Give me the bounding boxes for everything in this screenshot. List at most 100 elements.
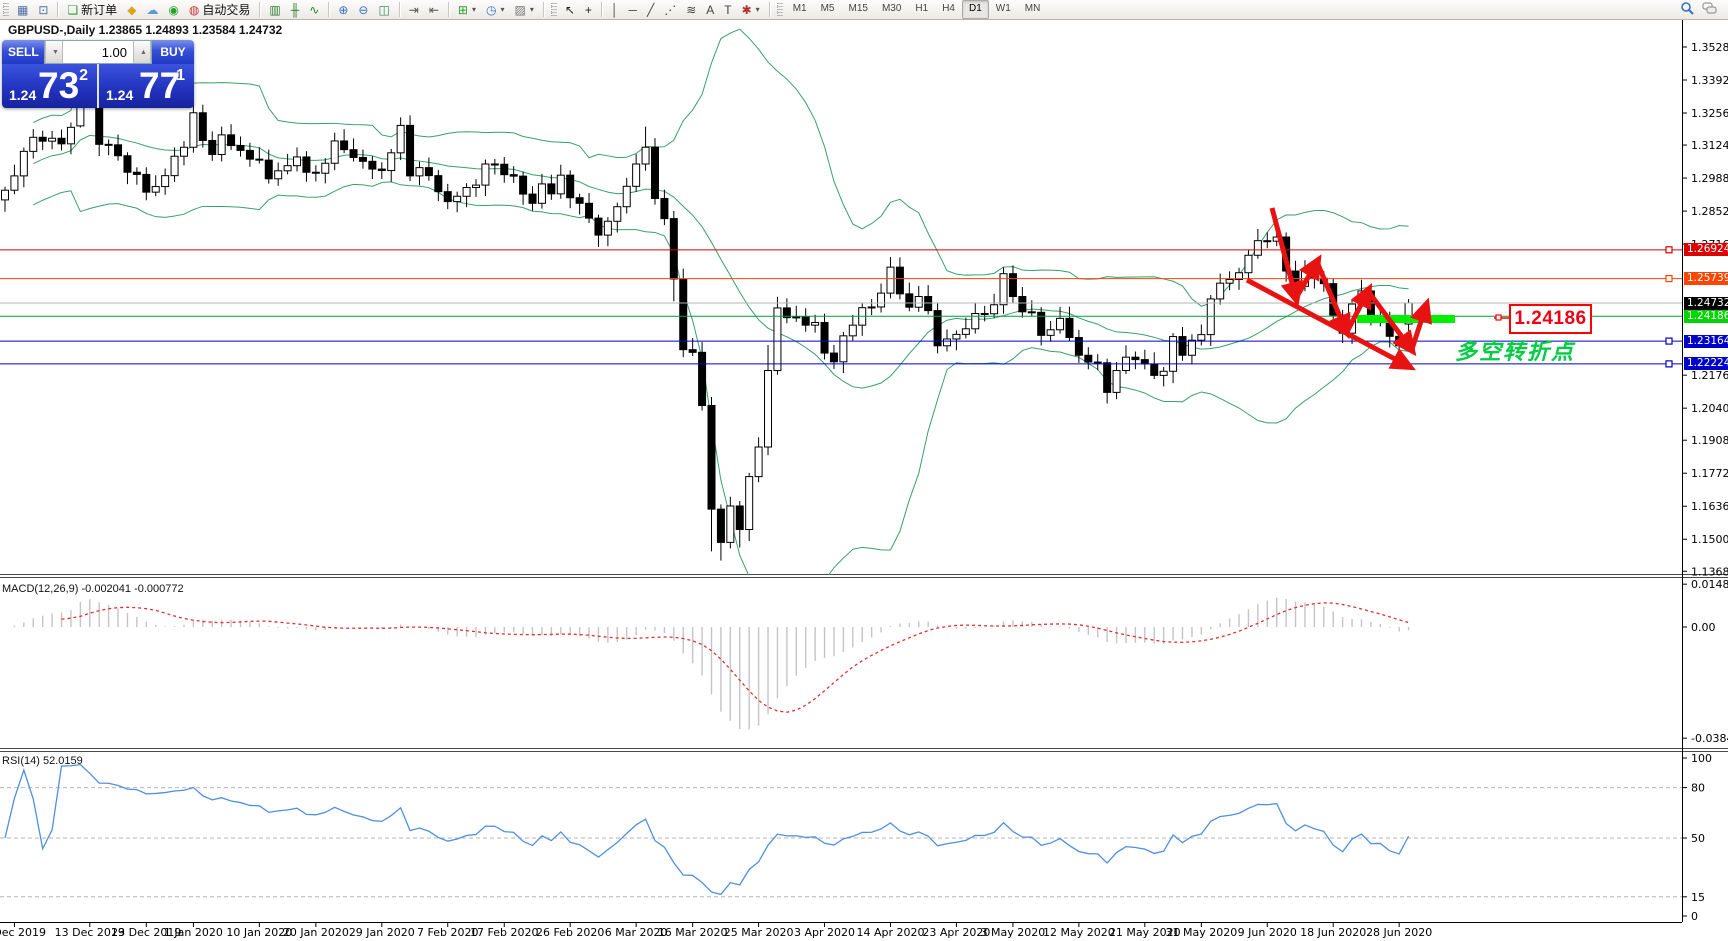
zoom-in-icon[interactable]: ⊕ (333, 0, 353, 20)
candle (603, 220, 612, 236)
candle (1112, 370, 1121, 393)
candle (415, 167, 424, 177)
data-preview-icon[interactable]: ⊡ (33, 0, 53, 20)
buy-price-sup: 1 (176, 67, 185, 84)
bar-chart-icon[interactable]: ▥ (264, 0, 285, 20)
templates-icon[interactable]: ▨ ▾ (510, 0, 539, 20)
cursor-icon: ↖ (564, 2, 575, 17)
equidistant-channel-icon[interactable]: ⋰ (659, 0, 681, 20)
svg-text:1.35280: 1.35280 (1691, 41, 1728, 54)
candle (660, 197, 669, 220)
sell-button[interactable]: SELL (2, 40, 44, 64)
line-chart-icon[interactable]: ∿ (304, 0, 324, 20)
new-order-icon[interactable]: ❏ 新订单 (62, 0, 122, 20)
candle (311, 171, 320, 174)
timeframe-button-mn[interactable]: MN (1018, 0, 1048, 19)
tile-windows-icon[interactable]: ◫ (373, 0, 394, 20)
one-click-trading-panel: SELL ▼ ▲ BUY 1.24 73 2 1.24 77 1 (2, 40, 194, 108)
signals-icon[interactable]: ◉ (163, 0, 183, 20)
volume-increase-button[interactable]: ▲ (133, 41, 151, 63)
price-annotation-tag[interactable]: 1.24186 (1509, 304, 1592, 334)
crosshair-icon[interactable]: + (580, 0, 597, 20)
svg-text:12 May 2020: 12 May 2020 (1043, 926, 1115, 939)
chart-shift-icon[interactable]: ⇤ (424, 0, 444, 20)
periods-icon: ◷ (486, 2, 497, 17)
candle (1093, 361, 1102, 364)
text-label-icon[interactable]: T (719, 0, 736, 20)
price-level-label: 1.24732 (1684, 296, 1728, 310)
candle (453, 195, 462, 203)
dropdown-arrow-icon[interactable]: ▾ (472, 3, 476, 17)
candlestick-chart-icon[interactable]: ╫ (286, 0, 305, 20)
dropdown-arrow-icon[interactable]: ▾ (500, 3, 504, 17)
price-level-label: 1.26924 (1684, 243, 1728, 257)
timeframe-button-m5[interactable]: M5 (814, 0, 842, 19)
community-icon[interactable]: ☁ (141, 0, 163, 20)
trendline-icon[interactable]: ╱ (642, 0, 659, 20)
dropdown-arrow-icon[interactable]: ▾ (756, 3, 760, 17)
timeframe-button-h4[interactable]: H4 (935, 0, 962, 19)
cursor-icon[interactable]: ↖ (560, 0, 580, 20)
candle (189, 112, 198, 148)
candle (952, 333, 961, 340)
toolbar-grip[interactable] (550, 3, 557, 16)
chart-window-icon[interactable]: ▦ (12, 0, 33, 20)
svg-text:0: 0 (1691, 910, 1698, 923)
toolbar-separator (328, 2, 330, 17)
gold-icon[interactable]: ◆ (122, 0, 141, 20)
arrows-icon[interactable]: ✱ ▾ (737, 0, 765, 20)
zoom-out-icon[interactable]: ⊖ (353, 0, 373, 20)
volume-input[interactable] (63, 41, 133, 63)
toolbar-grip[interactable] (3, 3, 9, 16)
candle (1206, 298, 1215, 336)
candle (142, 173, 151, 193)
candle (38, 136, 47, 142)
candle (1046, 329, 1055, 336)
volume-decrease-button[interactable]: ▼ (45, 41, 63, 63)
timeframe-button-m30[interactable]: M30 (875, 0, 908, 19)
auto-trading-icon-label: 自动交易 (202, 2, 251, 17)
auto-trading-icon[interactable]: ◍ 自动交易 (184, 0, 256, 20)
timeframe-button-h1[interactable]: H1 (908, 0, 935, 19)
fibonacci-icon[interactable]: ≋ (681, 0, 701, 20)
timeframe-button-m15[interactable]: M15 (842, 0, 875, 19)
search-icon[interactable] (1680, 1, 1694, 18)
toolbar-separator (398, 2, 400, 17)
sell-price-sup: 2 (79, 67, 88, 84)
timeframe-button-m1[interactable]: M1 (786, 0, 814, 19)
vertical-line-icon[interactable]: │ (606, 0, 624, 20)
candle (1216, 282, 1225, 300)
line-chart-icon: ∿ (309, 2, 320, 17)
community-icon: ☁ (146, 2, 159, 17)
svg-text:28 Jun 2020: 28 Jun 2020 (1366, 926, 1432, 939)
rsi-value: 52.0159 (42, 755, 83, 767)
candle (1244, 254, 1253, 274)
sell-price-display[interactable]: 1.24 73 2 (2, 64, 99, 108)
candle (264, 159, 273, 180)
candle (406, 124, 415, 177)
toolbar-grip[interactable] (776, 3, 783, 16)
candle (274, 170, 283, 180)
buy-price-display[interactable]: 1.24 77 1 (99, 64, 194, 108)
candlestick-chart-icon: ╫ (290, 2, 300, 17)
timeframe-button-w1[interactable]: W1 (989, 0, 1018, 19)
candle (387, 152, 396, 172)
text-label-icon: T (724, 2, 732, 17)
candle (424, 167, 433, 177)
chart-canvas[interactable]: 1.35280 1.33920 1.32560 1.31240 1.29880 1.285… (0, 0, 1728, 941)
chat-icon[interactable] (1702, 1, 1718, 18)
candle (811, 321, 820, 326)
periods-icon[interactable]: ◷ ▾ (481, 0, 510, 20)
buy-button[interactable]: BUY (152, 40, 194, 64)
candle (594, 217, 603, 236)
dropdown-arrow-icon[interactable]: ▾ (530, 3, 534, 17)
candle (132, 171, 141, 175)
timeframe-button-d1[interactable]: D1 (962, 0, 989, 19)
horizontal-line-icon[interactable]: ─ (623, 0, 642, 20)
indicators-icon[interactable]: ⊞ ▾ (453, 0, 481, 20)
text-icon[interactable]: A (701, 0, 719, 20)
candle (1263, 240, 1272, 243)
auto-scroll-icon[interactable]: ⇥ (404, 0, 424, 20)
candle (245, 149, 254, 160)
svg-text:1.33920: 1.33920 (1691, 74, 1728, 87)
